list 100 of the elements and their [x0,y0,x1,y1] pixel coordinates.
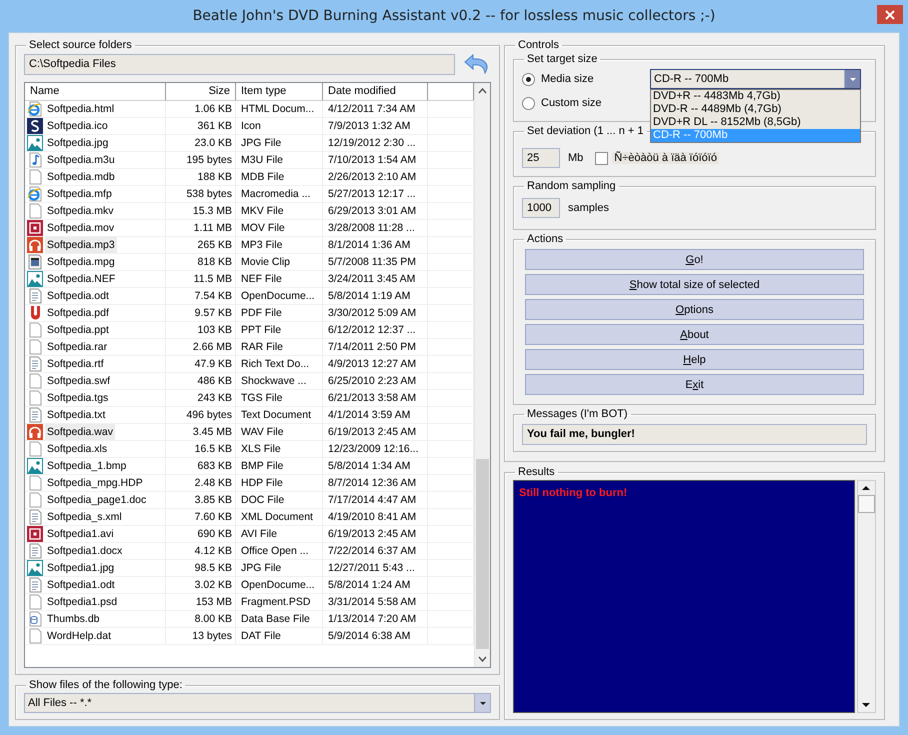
file-name[interactable]: Softpedia1.odt [45,577,117,593]
table-cell: MP3 File [236,237,323,253]
deviation-field[interactable]: 25 [522,148,560,168]
table-cell: 8.00 KB [166,611,236,627]
table-cell: 5/8/2014 1:24 AM [323,577,428,593]
blank-file-icon [27,169,43,185]
path-field[interactable]: C:\Softpedia Files [24,54,455,74]
table-cell: 4/1/2014 3:59 AM [323,407,428,423]
file-name[interactable]: Softpedia1.psd [45,594,120,610]
checkbox[interactable] [595,152,608,164]
unit-label: Mb [568,152,584,164]
file-name[interactable]: Softpedia1.docx [45,543,124,559]
file-name[interactable]: Softpedia.pdf [45,305,111,321]
file-name[interactable]: Softpedia.mov [45,220,116,236]
file-name[interactable]: Softpedia.mpg [45,254,117,270]
file-name[interactable]: Softpedia.rar [45,339,110,355]
table-cell: 1.06 KB [166,101,236,117]
file-name[interactable]: Softpedia.ico [45,118,110,134]
file-name[interactable]: Softpedia.xls [45,441,110,457]
action-button[interactable]: Help [525,349,864,370]
document-icon [27,356,43,372]
table-cell: OpenDocume... [236,288,323,304]
table-cell: 3.45 MB [166,424,236,440]
table-cell: 1/13/2014 7:20 AM [323,611,428,627]
blank-file-icon [27,594,43,610]
table-cell: 7.54 KB [166,288,236,304]
table-cell: MDB File [236,169,323,185]
file-name[interactable]: Softpedia.m3u [45,152,117,168]
group-label: Actions [526,233,564,245]
dropdown-option[interactable]: DVD+R -- 4483Mb 4,7Gb) [651,90,860,103]
file-name[interactable]: Softpedia.mdb [45,169,117,185]
table-cell: 818 KB [166,254,236,270]
media-size-dropdown[interactable]: CD-R -- 700Mb [650,69,861,89]
file-name[interactable]: Softpedia_1.bmp [45,458,128,474]
file-name[interactable]: Softpedia.wav [45,424,115,440]
document-icon [27,543,43,559]
file-name[interactable]: Softpedia1.avi [45,526,116,542]
file-name[interactable]: Softpedia_mpg.HDP [45,475,145,491]
file-name[interactable]: Thumbs.db [45,611,102,627]
table-cell: 2/26/2013 2:10 AM [323,169,428,185]
radio-label[interactable]: Media size [541,73,594,85]
action-button[interactable]: Go! [525,249,864,270]
table-cell: 98.5 KB [166,560,236,576]
table-cell: 6/19/2013 2:45 AM [323,424,428,440]
action-button[interactable]: Options [525,299,864,320]
scroll-thumb[interactable] [476,459,489,649]
file-name[interactable]: Softpedia.mp3 [45,237,117,253]
action-button[interactable]: About [525,324,864,345]
scroll-thumb[interactable] [858,495,875,513]
document-icon [27,509,43,525]
table-cell: 6/12/2012 12:37 ... [323,322,428,338]
file-name[interactable]: Softpedia.mkv [45,203,116,219]
table-cell: 4/19/2010 8:41 AM [323,509,428,525]
file-name[interactable]: Softpedia.mfp [45,186,114,202]
samples-field[interactable]: 1000 [522,198,560,218]
table-cell: 6/29/2013 3:01 AM [323,203,428,219]
table-cell: 3/24/2011 3:45 AM [323,271,428,287]
file-name[interactable]: Softpedia.ppt [45,322,111,338]
checkbox-label[interactable]: Ñ÷èòàòü à ïäà ïóïóïó [612,152,719,164]
table-cell: 265 KB [166,237,236,253]
file-name[interactable]: Softpedia_page1.doc [45,492,148,508]
file-name[interactable]: Softpedia.rtf [45,356,106,372]
scrollbar[interactable] [474,83,490,667]
blank-file-icon [27,390,43,406]
table-cell: Macromedia ... [236,186,323,202]
dropdown-option[interactable]: DVD+R DL -- 8152Mb (8,5Gb) [651,116,860,129]
radio-button[interactable] [522,96,535,110]
file-name[interactable]: WordHelp.dat [45,628,114,644]
radio-button[interactable] [522,72,535,86]
table-cell: 690 KB [166,526,236,542]
message-field: You fail me, bungler! [522,424,867,445]
file-name[interactable]: Softpedia_s.xml [45,509,124,525]
file-name[interactable]: Softpedia.tgs [45,390,110,406]
action-button[interactable]: Exit [525,374,864,395]
action-button[interactable]: Show total size of selected [525,274,864,295]
dropdown-option[interactable]: DVD-R -- 4489Mb (4,7Gb) [651,103,860,116]
file-name[interactable]: Softpedia.swf [45,373,112,389]
table-cell: HDP File [236,475,323,491]
file-type-dropdown[interactable]: All Files -- *.* [24,693,491,713]
file-name[interactable]: Softpedia.html [45,101,116,117]
scrollbar[interactable] [857,480,876,713]
close-button[interactable] [877,5,903,24]
music-note-icon [27,152,43,168]
table-cell: 243 KB [166,390,236,406]
file-name[interactable]: Softpedia.odt [45,288,111,304]
table-cell: Fragment.PSD [236,594,323,610]
file-name[interactable]: Softpedia.NEF [45,271,118,287]
blank-file-icon [27,492,43,508]
table-cell: 361 KB [166,118,236,134]
table-cell: 538 bytes [166,186,236,202]
file-name[interactable]: Softpedia.txt [45,407,108,423]
blank-file-icon [27,475,43,491]
table-cell: 1.11 MB [166,220,236,236]
table-cell: Movie Clip [236,254,323,270]
file-name[interactable]: Softpedia.jpg [45,135,110,151]
table-cell: Text Document [236,407,323,423]
radio-label[interactable]: Custom size [541,97,602,109]
file-name[interactable]: Softpedia1.jpg [45,560,116,576]
table-cell: 8/1/2014 1:36 AM [323,237,428,253]
group-label: Controls [517,39,560,51]
